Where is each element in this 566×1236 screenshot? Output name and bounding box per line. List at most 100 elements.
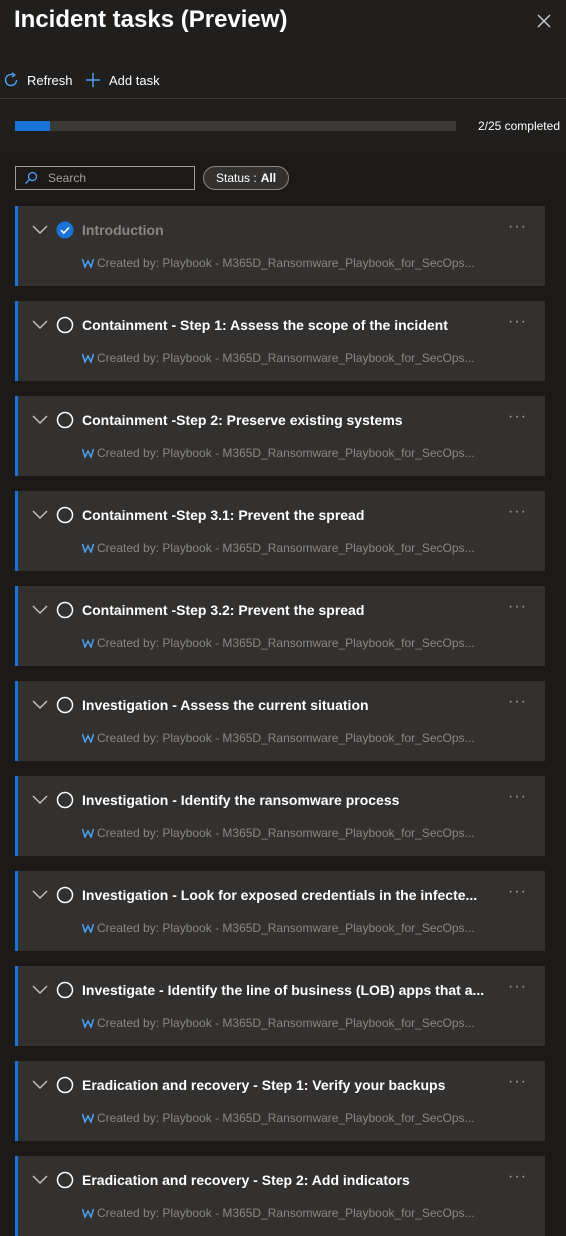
created-by-label: Created by: Playbook - M365D_Ransomware_…: [97, 1206, 475, 1220]
created-by-label: Created by: Playbook - M365D_Ransomware_…: [97, 446, 475, 460]
chevron-down-icon[interactable]: [32, 603, 48, 617]
add-task-button[interactable]: Add task: [85, 70, 160, 90]
created-by-label: Created by: Playbook - M365D_Ransomware_…: [97, 1016, 475, 1030]
more-options-button[interactable]: ···: [508, 503, 527, 521]
playbook-icon: [82, 448, 94, 458]
playbook-icon: [82, 1113, 94, 1123]
more-options-button[interactable]: ···: [508, 693, 527, 711]
task-created-by: Created by: Playbook - M365D_Ransomware_…: [82, 1016, 492, 1030]
more-options-button[interactable]: ···: [508, 788, 527, 806]
task-status-circle-icon[interactable]: [56, 411, 74, 429]
created-by-label: Created by: Playbook - M365D_Ransomware_…: [97, 1111, 475, 1125]
progress-label: 2/25 completed: [477, 119, 560, 133]
task-created-by: Created by: Playbook - M365D_Ransomware_…: [82, 731, 492, 745]
playbook-icon: [82, 258, 94, 268]
search-input[interactable]: [48, 171, 178, 185]
playbook-icon: [82, 923, 94, 933]
task-created-by: Created by: Playbook - M365D_Ransomware_…: [82, 446, 492, 460]
chevron-down-icon[interactable]: [32, 698, 48, 712]
task-title: Eradication and recovery - Step 2: Add i…: [82, 1172, 410, 1188]
chevron-down-icon[interactable]: [32, 983, 48, 997]
playbook-icon: [82, 1018, 94, 1028]
task-title: Eradication and recovery - Step 1: Verif…: [82, 1077, 446, 1093]
task-created-by: Created by: Playbook - M365D_Ransomware_…: [82, 351, 492, 365]
plus-icon: [86, 73, 100, 87]
task-status-circle-icon[interactable]: [56, 791, 74, 809]
task-created-by: Created by: Playbook - M365D_Ransomware_…: [82, 1206, 492, 1220]
chevron-down-icon[interactable]: [32, 318, 48, 332]
add-task-label: Add task: [109, 72, 160, 88]
task-card[interactable]: Investigation - Assess the current situa…: [15, 681, 545, 761]
task-status-circle-icon[interactable]: [56, 696, 74, 714]
chevron-down-icon[interactable]: [32, 223, 48, 237]
playbook-icon: [82, 638, 94, 648]
more-options-button[interactable]: ···: [508, 883, 527, 901]
refresh-icon: [4, 72, 18, 87]
task-status-circle-icon[interactable]: [56, 981, 74, 999]
created-by-label: Created by: Playbook - M365D_Ransomware_…: [97, 351, 475, 365]
created-by-label: Created by: Playbook - M365D_Ransomware_…: [97, 256, 475, 270]
created-by-label: Created by: Playbook - M365D_Ransomware_…: [97, 921, 475, 935]
task-status-circle-icon[interactable]: [56, 886, 74, 904]
more-options-button[interactable]: ···: [508, 598, 527, 616]
chevron-down-icon[interactable]: [32, 888, 48, 902]
chevron-down-icon[interactable]: [32, 1173, 48, 1187]
task-card[interactable]: Containment -Step 3.1: Prevent the sprea…: [15, 491, 545, 571]
task-created-by: Created by: Playbook - M365D_Ransomware_…: [82, 921, 492, 935]
playbook-icon: [82, 733, 94, 743]
chevron-down-icon[interactable]: [32, 508, 48, 522]
task-created-by: Created by: Playbook - M365D_Ransomware_…: [82, 636, 492, 650]
task-card[interactable]: Investigate - Identify the line of busin…: [15, 966, 545, 1046]
more-options-button[interactable]: ···: [508, 1168, 527, 1186]
more-options-button[interactable]: ···: [508, 313, 527, 331]
status-filter-value: All: [260, 171, 277, 185]
task-created-by: Created by: Playbook - M365D_Ransomware_…: [82, 256, 492, 270]
playbook-icon: [82, 353, 94, 363]
task-title: Containment - Step 1: Assess the scope o…: [82, 317, 448, 333]
toolbar-divider: [0, 98, 566, 99]
task-card[interactable]: Eradication and recovery - Step 1: Verif…: [15, 1061, 545, 1141]
created-by-label: Created by: Playbook - M365D_Ransomware_…: [97, 826, 475, 840]
task-card[interactable]: Investigation - Identify the ransomware …: [15, 776, 545, 856]
task-card[interactable]: Introduction ··· Created by: Playbook - M3…: [15, 206, 545, 286]
refresh-label: Refresh: [27, 72, 73, 88]
chevron-down-icon[interactable]: [32, 1078, 48, 1092]
task-title: Investigation - Assess the current situa…: [82, 697, 369, 713]
more-options-button[interactable]: ···: [508, 408, 527, 426]
more-options-button[interactable]: ···: [508, 1073, 527, 1091]
created-by-label: Created by: Playbook - M365D_Ransomware_…: [97, 541, 475, 555]
task-title: Containment -Step 2: Preserve existing s…: [82, 412, 403, 428]
task-status-circle-icon[interactable]: [56, 1076, 74, 1094]
completed-check-icon[interactable]: [56, 221, 74, 239]
more-options-button[interactable]: ···: [508, 218, 527, 236]
task-status-circle-icon[interactable]: [56, 1171, 74, 1189]
task-created-by: Created by: Playbook - M365D_Ransomware_…: [82, 826, 492, 840]
created-by-label: Created by: Playbook - M365D_Ransomware_…: [97, 636, 475, 650]
task-status-circle-icon[interactable]: [56, 601, 74, 619]
task-card[interactable]: Containment -Step 3.2: Prevent the sprea…: [15, 586, 545, 666]
chevron-down-icon[interactable]: [32, 413, 48, 427]
playbook-icon: [82, 828, 94, 838]
task-created-by: Created by: Playbook - M365D_Ransomware_…: [82, 1111, 492, 1125]
status-filter-button[interactable]: Status : All: [203, 166, 290, 190]
task-card[interactable]: Containment -Step 2: Preserve existing s…: [15, 396, 545, 476]
task-status-circle-icon[interactable]: [56, 506, 74, 524]
task-title: Investigation - Look for exposed credent…: [82, 887, 478, 903]
task-status-circle-icon[interactable]: [56, 316, 74, 334]
task-card[interactable]: Eradication and recovery - Step 2: Add i…: [15, 1156, 545, 1236]
task-card[interactable]: Containment - Step 1: Assess the scope o…: [15, 301, 545, 381]
panel-title: Incident tasks (Preview): [14, 6, 288, 33]
playbook-icon: [82, 543, 94, 553]
task-title: Investigate - Identify the line of busin…: [82, 982, 485, 998]
panel-header: Incident tasks (Preview) Refresh Add tas…: [0, 0, 566, 152]
chevron-down-icon[interactable]: [32, 793, 48, 807]
close-icon[interactable]: [535, 12, 553, 30]
task-title: Containment -Step 3.2: Prevent the sprea…: [82, 602, 365, 618]
refresh-button[interactable]: Refresh: [3, 70, 73, 90]
search-box[interactable]: [15, 166, 195, 190]
task-created-by: Created by: Playbook - M365D_Ransomware_…: [82, 541, 492, 555]
more-options-button[interactable]: ···: [508, 978, 527, 996]
task-card[interactable]: Investigation - Look for exposed credent…: [15, 871, 545, 951]
search-icon: [25, 171, 38, 184]
status-filter-label: Status :: [216, 171, 257, 185]
